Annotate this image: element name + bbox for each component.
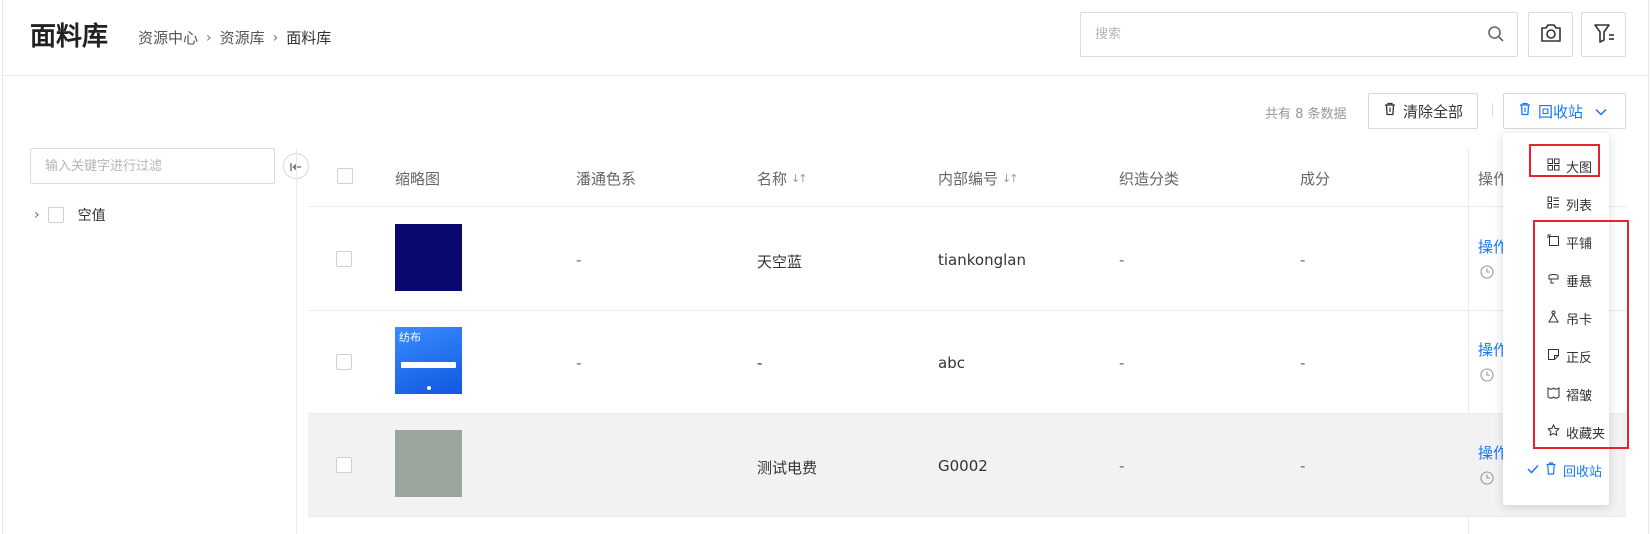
trash-icon [1545,461,1557,479]
cell-weave: - [1119,354,1125,372]
clock-icon[interactable] [1480,367,1494,386]
cell-name: - [757,354,763,372]
fabric-thumbnail[interactable]: 纺布 [395,327,462,394]
search-box [1080,12,1518,57]
trash-icon [1518,102,1532,120]
clock-icon[interactable] [1480,470,1494,489]
trash-icon [1383,102,1397,120]
breadcrumb: 资源中心 › 资源库 › 面料库 [138,27,331,48]
breadcrumb-separator-icon: › [272,29,279,46]
cell-composition: - [1300,251,1306,269]
column-header-name[interactable]: 名称 ↓↑ [757,168,808,189]
cell-code: tiankonglan [938,251,1026,269]
table-row[interactable]: - 天空蓝 tiankonglan - - [308,208,1626,311]
clear-all-label: 清除全部 [1403,102,1464,121]
row-checkbox[interactable] [336,457,352,473]
page-title: 面料库 [30,22,109,52]
menu-item-label: 列表 [1566,198,1593,214]
sort-icon[interactable]: ↓↑ [791,172,808,185]
row-checkbox[interactable] [336,251,352,267]
select-all-checkbox[interactable] [337,168,353,184]
cell-name: 测试电费 [757,459,818,477]
chevron-down-icon [1595,102,1607,120]
tree-node-label: 空值 [77,208,106,224]
fabric-thumbnail[interactable] [395,430,462,497]
breadcrumb-item-resource-center[interactable]: 资源中心 [138,27,198,48]
column-header-weave: 织造分类 [1119,170,1180,188]
row-checkbox[interactable] [336,354,352,370]
cell-composition: - [1300,457,1306,475]
menu-item-recycle-bin[interactable]: 回收站 [1503,455,1609,485]
thumbnail-bar [401,362,456,368]
camera-icon [1539,22,1563,48]
column-header-pantone: 潘通色系 [576,170,637,188]
thumbnail-caption: 纺布 [399,331,421,344]
menu-item-list[interactable]: 列表 [1503,189,1609,219]
column-header-code[interactable]: 内部编号 ↓↑ [938,168,1019,189]
column-header-thumbnail: 缩略图 [395,170,441,188]
highlight-box-view-modes [1533,220,1629,449]
column-header-composition: 成分 [1300,170,1331,188]
record-count: 共有 8 条数据 [1265,107,1347,122]
clock-icon[interactable] [1480,264,1494,283]
breadcrumb-item-resource-library[interactable]: 资源库 [220,27,265,48]
list-icon [1547,196,1560,213]
search-icon[interactable] [1487,25,1505,47]
menu-item-label: 回收站 [1563,464,1603,480]
clear-all-button[interactable]: 清除全部 [1368,93,1479,129]
recycle-label: 回收站 [1538,102,1584,121]
cell-pantone: - [576,251,582,269]
tree-node-checkbox[interactable] [47,207,64,223]
table-row[interactable]: 测试电费 G0002 - - [308,414,1626,517]
search-input[interactable] [1081,13,1461,56]
cell-name: 天空蓝 [757,253,803,271]
tree-node-empty[interactable]: › 空值 [34,205,106,225]
thumbnail-dot [427,386,431,390]
cell-pantone: - [576,354,582,372]
header-divider [3,75,1648,76]
column-name-label: 名称 [757,170,788,188]
cell-code: abc [938,354,965,372]
cell-weave: - [1119,457,1125,475]
cell-code: G0002 [938,457,988,475]
toolbar-separator [1492,103,1493,117]
check-icon [1527,463,1539,478]
sort-icon[interactable]: ↓↑ [1002,172,1019,185]
breadcrumb-item-current: 面料库 [286,29,332,47]
breadcrumb-separator-icon: › [206,29,212,46]
filter-icon [1592,21,1616,49]
table-header: 缩略图 潘通色系 名称 ↓↑ 内部编号 ↓↑ 织造分类 成分 操作 [308,148,1626,207]
column-code-label: 内部编号 [938,170,999,188]
sidebar-divider [296,148,297,534]
fabric-thumbnail[interactable] [395,224,462,291]
chevron-right-icon[interactable]: › [34,207,40,223]
filter-button[interactable] [1581,12,1626,57]
cell-composition: - [1300,354,1306,372]
filter-box [30,148,275,184]
recycle-dropdown-button[interactable]: 回收站 [1503,93,1626,129]
table-row[interactable]: 纺布 - - abc - - [308,311,1626,414]
highlight-box-large-image [1529,144,1600,177]
cell-weave: - [1119,251,1125,269]
image-search-button[interactable] [1528,12,1573,57]
keyword-filter-input[interactable] [31,149,274,183]
